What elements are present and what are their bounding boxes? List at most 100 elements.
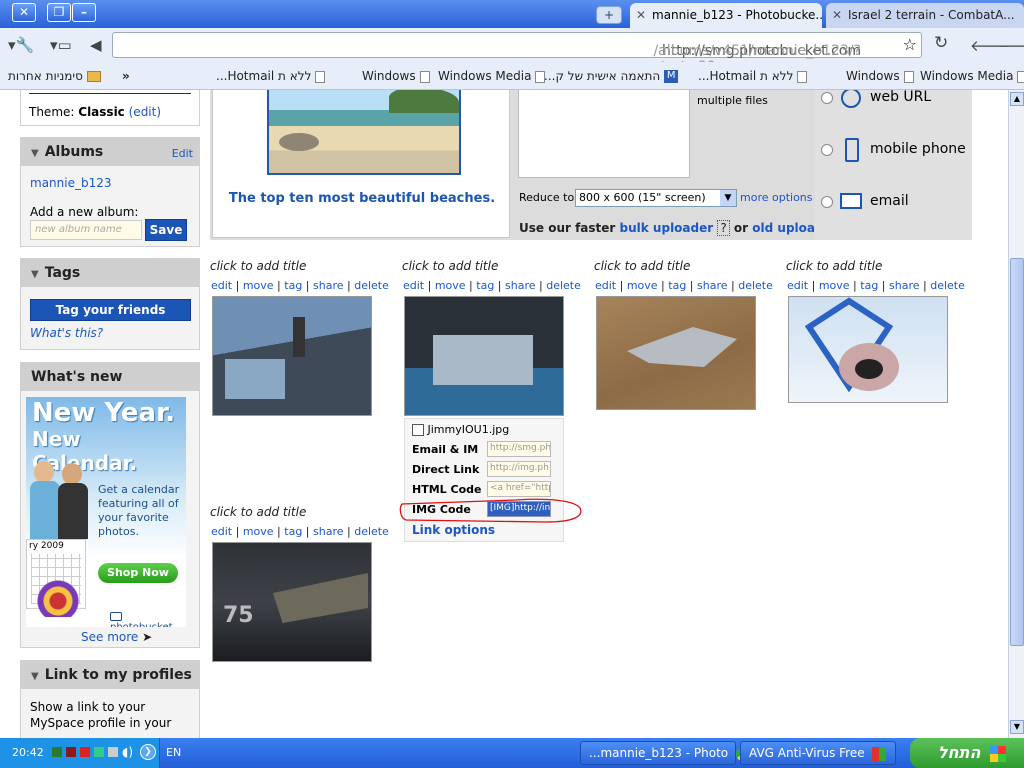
other-bookmarks[interactable]: סימניות אחרות <box>8 69 101 83</box>
scroll-up-arrow-icon[interactable]: ▲ <box>1010 92 1024 106</box>
scrollbar-thumb[interactable] <box>1010 258 1024 646</box>
back-arrow-icon[interactable]: ◀ <box>90 36 102 54</box>
delete-link[interactable]: delete <box>354 525 389 538</box>
email-radio[interactable] <box>821 196 833 208</box>
reduce-select[interactable]: 800 x 600 (15" screen) ▼ <box>575 189 737 207</box>
language-indicator[interactable]: EN <box>166 746 181 759</box>
tag-link[interactable]: tag <box>668 279 686 292</box>
tag-link[interactable]: tag <box>284 279 302 292</box>
bookmark-item[interactable]: ...Hotmail ללא ת <box>698 69 808 83</box>
clock[interactable]: 20:42 <box>12 746 44 759</box>
direct-link-input[interactable]: http://img.ph <box>487 461 551 477</box>
bookmark-item[interactable]: Windows <box>362 69 430 83</box>
edit-link[interactable]: edit <box>211 525 232 538</box>
calendar-ad[interactable]: New Year. New Calendar. Get a calendar f… <box>26 397 186 627</box>
photo-select-checkbox[interactable] <box>412 424 424 436</box>
tab-close-icon[interactable]: ✕ <box>832 8 842 22</box>
mobile-phone-radio[interactable] <box>821 144 833 156</box>
move-link[interactable]: move <box>243 279 274 292</box>
edit-link[interactable]: edit <box>595 279 616 292</box>
tab-combat[interactable]: ✕ Israel 2 terrain - CombatA... <box>826 3 1024 28</box>
tag-link[interactable]: tag <box>284 525 302 538</box>
web-url-radio[interactable] <box>821 92 833 104</box>
photo-title[interactable]: click to add title <box>210 259 306 273</box>
collapse-triangle-icon[interactable]: ▼ <box>31 269 39 280</box>
photo-title[interactable]: click to add title <box>402 259 498 273</box>
photo-thumbnail[interactable]: 75 <box>212 542 372 662</box>
bookmark-item[interactable]: ...Hotmail ללא ת <box>216 69 326 83</box>
photo-thumbnail[interactable] <box>404 296 564 416</box>
beach-image[interactable] <box>267 90 461 175</box>
move-link[interactable]: move <box>435 279 466 292</box>
edit-link[interactable]: edit <box>787 279 808 292</box>
star-icon[interactable]: ☆ <box>903 35 917 54</box>
delete-link[interactable]: delete <box>354 279 389 292</box>
tray-icon[interactable] <box>66 747 76 757</box>
collapse-triangle-icon[interactable]: ▼ <box>31 671 39 682</box>
tag-link[interactable]: tag <box>860 279 878 292</box>
restore-icon[interactable]: ❐ <box>47 3 71 22</box>
scroll-down-arrow-icon[interactable]: ▼ <box>1010 720 1024 734</box>
share-link[interactable]: share <box>313 279 344 292</box>
tray-icon[interactable] <box>80 747 90 757</box>
tab-close-icon[interactable]: ✕ <box>636 8 646 22</box>
bookmark-item[interactable]: Windows Media <box>438 69 546 83</box>
share-link[interactable]: share <box>313 525 344 538</box>
page-menu-icon[interactable]: ▾▭ <box>50 36 72 54</box>
taskbar-chrome-button[interactable]: ...mannie_b123 - Photo <box>580 741 750 765</box>
photo-title[interactable]: click to add title <box>210 505 306 519</box>
reload-icon[interactable]: ↻ <box>934 33 948 53</box>
delete-link[interactable]: delete <box>738 279 773 292</box>
collapse-triangle-icon[interactable]: ▼ <box>31 148 39 159</box>
promo-caption[interactable]: The top ten most beautiful beaches. <box>213 191 511 206</box>
whats-this-link[interactable]: What's this? <box>30 326 103 340</box>
close-icon[interactable]: ✕ <box>12 3 36 22</box>
forward-icon[interactable]: 🡒 <box>998 36 1024 55</box>
help-icon[interactable]: ? <box>717 220 730 236</box>
tray-icon[interactable] <box>94 747 104 757</box>
photo-thumbnail[interactable] <box>596 296 756 410</box>
album-link[interactable]: mannie_b123 <box>30 176 112 190</box>
more-options-link[interactable]: more options <box>740 191 813 204</box>
theme-edit-link[interactable]: (edit) <box>129 105 161 119</box>
address-bar[interactable]: http://smg.photobucket.com/albums/v451/m… <box>112 32 922 75</box>
move-link[interactable]: move <box>819 279 850 292</box>
save-album-button[interactable]: Save <box>145 219 187 241</box>
expand-tray-icon[interactable]: ❯ <box>140 744 156 760</box>
email-im-code-input[interactable]: http://smg.ph <box>487 441 551 457</box>
see-more-link[interactable]: See more ➤ <box>81 630 152 644</box>
start-button[interactable]: התחל <box>910 738 1024 768</box>
file-list-area[interactable] <box>518 90 690 178</box>
move-link[interactable]: move <box>627 279 658 292</box>
vertical-scrollbar[interactable]: ▲ ▼ <box>1008 90 1024 738</box>
tab-photobucket[interactable]: ✕ mannie_b123 - Photobucke... <box>630 3 822 28</box>
photo-thumbnail[interactable] <box>788 296 948 403</box>
wrench-menu-icon[interactable]: ▾🔧 <box>8 36 34 54</box>
delete-link[interactable]: delete <box>546 279 581 292</box>
tray-icon[interactable] <box>108 747 118 757</box>
photo-title[interactable]: click to add title <box>594 259 690 273</box>
taskbar-avg-button[interactable]: AVG Anti-Virus Free <box>740 741 896 765</box>
bookmark-item[interactable]: Windows <box>846 69 914 83</box>
bookmark-item[interactable]: Windows Media <box>920 69 1024 83</box>
delete-link[interactable]: delete <box>930 279 965 292</box>
albums-edit-link[interactable]: Edit <box>172 147 193 160</box>
photo-title[interactable]: click to add title <box>786 259 882 273</box>
move-link[interactable]: move <box>243 525 274 538</box>
photo-thumbnail[interactable] <box>212 296 372 416</box>
dropdown-arrow-icon[interactable]: ▼ <box>720 190 736 206</box>
bookmarks-overflow-chevron[interactable]: » <box>122 69 130 83</box>
tag-friends-button[interactable]: Tag your friends <box>30 299 191 321</box>
edit-link[interactable]: edit <box>211 279 232 292</box>
share-link[interactable]: share <box>889 279 920 292</box>
new-tab-button[interactable]: + <box>596 6 622 24</box>
edit-link[interactable]: edit <box>403 279 424 292</box>
shop-now-button[interactable]: Shop Now <box>98 563 178 583</box>
share-link[interactable]: share <box>505 279 536 292</box>
bookmark-item[interactable]: ...התאמה אישית של קM <box>544 69 679 83</box>
minimize-icon[interactable]: – <box>72 3 96 22</box>
share-link[interactable]: share <box>697 279 728 292</box>
tray-icon[interactable] <box>52 747 62 757</box>
volume-icon[interactable]: ◖) <box>122 745 133 759</box>
tag-link[interactable]: tag <box>476 279 494 292</box>
